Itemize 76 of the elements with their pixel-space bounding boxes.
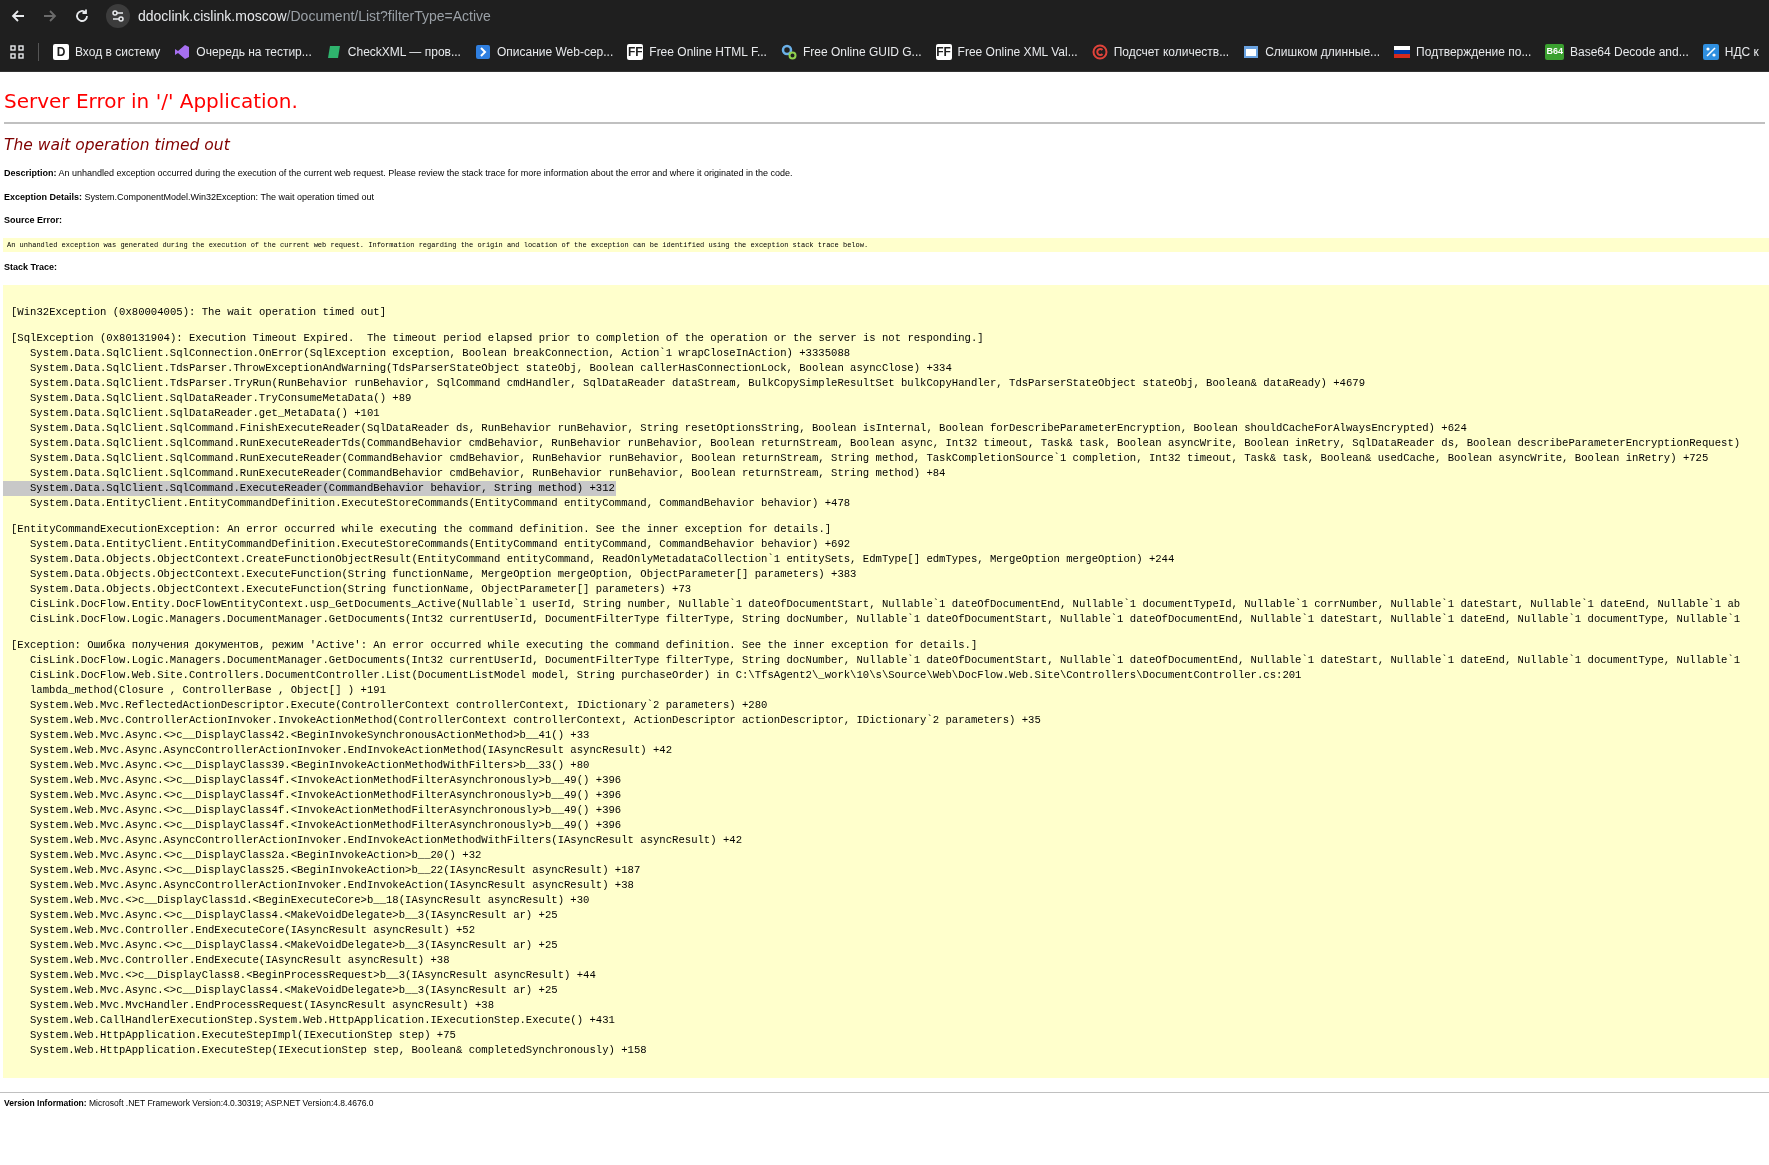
bookmark-label[interactable]: CheckXML — пров... xyxy=(347,42,461,61)
stack-frame-line: System.Web.Mvc.Async.AsyncControllerActionInvoker.EndInvokeAction(IAsyncResult asyncResult) +38 xyxy=(30,878,634,891)
badge-logo-icon: B64 xyxy=(1545,43,1564,60)
bookmark-label[interactable]: Описание Web-сер... xyxy=(496,42,614,61)
stack-frame-line: System.Web.Mvc.Async.<>c__DisplayClass4f.<InvokeActionMethodFilterAsynchronously>b__49() +396 xyxy=(30,773,622,786)
stack-frame-line: System.Web.Mvc.MvcHandler.EndProcessRequest(IAsyncResult asyncResult) +38 xyxy=(30,998,495,1011)
stack-frame-line: lambda_method(Closure , ControllerBase , Object[] ) +191 xyxy=(30,683,386,696)
stack-frame-line: System.Web.CallHandlerExecutionStep.System.Web.HttpApplication.IExecutionStep.Execute() +431 xyxy=(30,1013,615,1026)
stack-frame-line: System.Web.HttpApplication.ExecuteStepImpl(IExecutionStep step) +75 xyxy=(30,1028,456,1041)
stack-frame-line: System.Web.Mvc.Async.<>c__DisplayClass4.<MakeVoidDelegate>b__3(IAsyncResult ar) +25 xyxy=(30,908,558,921)
stack-frame-line: System.Web.Mvc.Async.<>c__DisplayClass4f.<InvokeActionMethodFilterAsynchronously>b__49() +396 xyxy=(30,803,622,816)
stack-frame-line: System.Data.Objects.ObjectContext.CreateFunctionObjectResult(EntityCommand entityCommand, ReadOnlyMetadataCollection`1 entitySets, EdmType[] edmTypes, MergeOption mergeOption) +244 xyxy=(30,552,1175,565)
stack-frame-line: System.Web.Mvc.ControllerActionInvoker.InvokeActionMethod(ControllerContext controllerContext, ActionDescriptor actionDescriptor, IDictionary`2 parameters) +35 xyxy=(30,713,1041,726)
stack-frame-line: System.Web.Mvc.Async.<>c__DisplayClass25.<BeginInvokeAction>b__22(IAsyncResult asyncResult) +187 xyxy=(30,863,641,876)
stack-frame-line: System.Data.Objects.ObjectContext.ExecuteFunction(String functionName, MergeOption mergeOption, ObjectParameter[] parameters) +383 xyxy=(30,567,857,580)
stack-frame-line: System.Data.SqlClient.SqlCommand.ExecuteReader(CommandBehavior behavior, String method) +312 xyxy=(30,481,615,494)
stack-frame-line: System.Web.Mvc.Controller.EndExecuteCore(IAsyncResult asyncResult) +52 xyxy=(30,923,475,936)
stack-frame-line: System.Data.SqlClient.SqlDataReader.get_MetaData() +101 xyxy=(30,406,380,419)
stack-frame-line: System.Web.Mvc.Async.AsyncControllerActionInvoker.EndInvokeActionMethodWithFilters(IAsyncResult asyncResult) +42 xyxy=(30,833,743,846)
stack-frame-line: System.Data.SqlClient.SqlConnection.OnError(SqlException exception, Boolean breakConnection, Action`1 wrapCloseInAction) +3335088 xyxy=(30,346,851,359)
version-information-text: Version Information: Microsoft .NET Framework Version:4.0.30319; ASP.NET Version:4.8.4676.0 xyxy=(3,1096,375,1110)
stack-trace-label: Stack Trace: xyxy=(3,261,59,275)
stack-frame-line: System.Data.SqlClient.TdsParser.ThrowExceptionAndWarning(TdsParserStateObject stateObj, Boolean callerHasConnectionLock, Boolean asyncClose) +334 xyxy=(30,361,952,374)
stack-frame-line: System.Web.Mvc.Async.<>c__DisplayClass4f.<InvokeActionMethodFilterAsynchronously>b__49() +396 xyxy=(30,788,622,801)
back-button[interactable] xyxy=(10,8,26,24)
bookmark-label[interactable]: Подтверждение по... xyxy=(1416,42,1532,61)
bookmark-label[interactable]: Free Online HTML F... xyxy=(649,42,767,61)
exception-header: [EntityCommandExecutionException: An error occurred while executing the command definition. See the inner exception for details.] xyxy=(11,521,833,537)
stack-frame-line: CisLink.DocFlow.Entity.DocFlowEntityContext.usp_GetDocuments_Active(Nullable`1 userId, String number, Nullable`1 dateOfDocumentStart, Nullable`1 dateOfDocumentEnd, Nullable`1 documentTypeId, Nullable`1 corrNumber, Nullable`1 dateStart, Nullable`1 dateEnd, Nullable`1 ab xyxy=(30,597,1741,610)
exception-header: [Win32Exception (0x80004005): The wait operation timed out] xyxy=(11,304,388,320)
exception-header: [Exception: Ошибка получения документов, режим 'Active': An error occurred while executing the command definition. See the inner exception for details.] xyxy=(11,637,979,653)
site-info-icon[interactable] xyxy=(106,4,130,28)
stack-frame-line: System.Web.Mvc.Async.<>c__DisplayClass4f.<InvokeActionMethodFilterAsynchronously>b__49() +396 xyxy=(30,818,622,831)
description-text: Description: An unhandled exception occurred during the execution of the current web request. Please review the stack trace for more information about the error and where it originated in the code. xyxy=(4,167,794,181)
address-field[interactable]: ddoclink.cislink.moscow/Document/List?filterType=Active xyxy=(138,5,491,27)
stack-frame-line: System.Web.Mvc.Async.<>c__DisplayClass42.<BeginInvokeSynchronousActionMethod>b__41() +33 xyxy=(30,728,590,741)
stack-frame-line: System.Data.EntityClient.EntityCommandDefinition.ExecuteStoreCommands(EntityCommand entityCommand, CommandBehavior behavior) +478 xyxy=(30,496,851,509)
bookmark-label[interactable]: Free Online XML Val... xyxy=(957,42,1078,61)
stack-frame-line: System.Web.Mvc.Async.<>c__DisplayClass2a.<BeginInvokeAction>b__20() +32 xyxy=(30,848,482,861)
stack-frame-line: System.Web.Mvc.<>c__DisplayClass8.<BeginProcessRequest>b__3(IAsyncResult asyncResult) +44 xyxy=(30,968,596,981)
stack-frame-line: System.Data.SqlClient.SqlCommand.RunExecuteReader(CommandBehavior cmdBehavior, RunBehavior runBehavior, Boolean returnStream, String method) +84 xyxy=(30,466,946,479)
bookmark-label[interactable]: Base64 Decode and... xyxy=(1569,42,1689,61)
stack-frame-line: System.Data.SqlClient.TdsParser.TryRun(RunBehavior runBehavior, SqlCommand cmdHandler, SqlDataReader dataStream, BulkCopySimpleResultSet bulkCopyHandler, TdsParserStateObject stateObj, Boolean& dataReady) +4679 xyxy=(30,376,1366,389)
letter-logo-icon: FF xyxy=(627,43,644,60)
source-error-label: Source Error: xyxy=(4,214,64,228)
stack-frame-line: System.Web.HttpApplication.ExecuteStep(IExecutionStep step, Boolean& completedSynchronously) +158 xyxy=(30,1043,647,1056)
bookmark-label[interactable]: Вход в систему xyxy=(75,42,161,61)
stack-frame-line: System.Data.Objects.ObjectContext.ExecuteFunction(String functionName, ObjectParameter[] parameters) +73 xyxy=(30,582,692,595)
stack-frame-line: System.Web.Mvc.<>c__DisplayClass1d.<BeginExecuteCore>b__18(IAsyncResult asyncResult) +30 xyxy=(30,893,590,906)
stack-frame-line: System.Data.SqlClient.SqlCommand.RunExecuteReader(CommandBehavior cmdBehavior, RunBehavior runBehavior, Boolean returnStream, String method, TaskCompletionSource`1 completion, Int32 timeout, Task& task, Boolean& usedCache, Boolean asyncWrite, Boolean inRetry) +725 xyxy=(30,451,1709,464)
bookmark-label[interactable]: Free Online GUID G... xyxy=(802,42,922,61)
stack-frame-line: System.Data.SqlClient.SqlDataReader.TryConsumeMetaData() +89 xyxy=(30,391,412,404)
stack-frame-line: CisLink.DocFlow.Logic.Managers.DocumentManager.GetDocuments(Int32 currentUserId, DocumentFilterType filterType, String docNumber, Nullable`1 dateOfDocumentStart, Nullable`1 dateOfDocumentEnd, Nullable`1 dateStart, Nullable`1 dateEnd, Nullable`1 documentType, Nullable`1 xyxy=(30,653,1741,666)
stack-frame-line: System.Web.Mvc.ReflectedActionDescriptor.Execute(ControllerContext controllerContext, IDictionary`2 parameters) +280 xyxy=(30,698,768,711)
error-title: Server Error in '/' Application. xyxy=(4,88,299,115)
letter-logo-icon: FF xyxy=(935,43,952,60)
stack-frame-line: System.Web.Mvc.Controller.EndExecute(IAsyncResult asyncResult) +38 xyxy=(30,953,450,966)
apps-icon[interactable] xyxy=(10,44,24,59)
bookmark-label[interactable]: НДС к xyxy=(1724,42,1759,61)
exception-header: [SqlException (0x80131904): Execution Timeout Expired. The timeout period elapsed prior to completion of the operation or the server is not responding.] xyxy=(11,330,985,346)
stack-frame-line: System.Data.SqlClient.SqlCommand.FinishExecuteReader(SqlDataReader ds, RunBehavior runBehavior, String resetOptionsString, Boolean isInternal, Boolean forDescribeParameterEncryption, Boolean shouldCacheForAlwaysEncrypted) +624 xyxy=(30,421,1467,434)
stack-frame-line: System.Web.Mvc.Async.<>c__DisplayClass4.<MakeVoidDelegate>b__3(IAsyncResult ar) +25 xyxy=(30,983,558,996)
reload-button[interactable] xyxy=(74,8,90,24)
stack-frame-line: System.Data.EntityClient.EntityCommandDefinition.ExecuteStoreCommands(EntityCommand entityCommand, CommandBehavior behavior) +692 xyxy=(30,537,851,550)
stack-frame-line: System.Web.Mvc.Async.<>c__DisplayClass4.<MakeVoidDelegate>b__3(IAsyncResult ar) +25 xyxy=(30,938,558,951)
stack-frame-line: System.Web.Mvc.Async.<>c__DisplayClass39.<BeginInvokeActionMethodWithFilters>b__33() +80 xyxy=(30,758,590,771)
letter-logo-icon: D xyxy=(53,43,69,60)
stack-frame-line: CisLink.DocFlow.Web.Site.Controllers.DocumentController.List(DocumentListModel model, String purchaseOrder) in C:\TfsAgent2\_work\10\s\Source\Web\DocFlow.Web.Site\Controllers\DocumentController.cs:201 xyxy=(30,668,1302,681)
bookmark-label[interactable]: Подсчет количеств... xyxy=(1113,42,1230,61)
stack-frame-line: CisLink.DocFlow.Logic.Managers.DocumentManager.GetDocuments(Int32 currentUserId, DocumentFilterType filterType, String docNumber, Nullable`1 dateOfDocumentStart, Nullable`1 dateOfDocumentEnd, Nullable`1 dateStart, Nullable`1 dateEnd, Nullable`1 documentType, Nullable`1 xyxy=(30,612,1741,625)
stack-frame-line: System.Web.Mvc.Async.AsyncControllerActionInvoker.EndInvokeActionMethod(IAsyncResult asyncResult) +42 xyxy=(30,743,673,756)
bookmark-label[interactable]: Очередь на тестир... xyxy=(196,42,312,61)
stack-frame-line: System.Data.SqlClient.SqlCommand.RunExecuteReaderTds(CommandBehavior cmdBehavior, RunBehavior runBehavior, Boolean returnStream, Boolean async, Int32 timeout, Task& task, Boolean asyncWrite, Boolean inRetry, SqlDataReader ds, Boolean describeParameterEncryptionRequest) xyxy=(30,436,1741,449)
exception-details-text: Exception Details: System.ComponentModel.Win32Exception: The wait operation timed out xyxy=(4,190,376,204)
error-subtitle: The wait operation timed out xyxy=(4,135,232,156)
bookmark-label[interactable]: Слишком длинные... xyxy=(1265,42,1381,61)
